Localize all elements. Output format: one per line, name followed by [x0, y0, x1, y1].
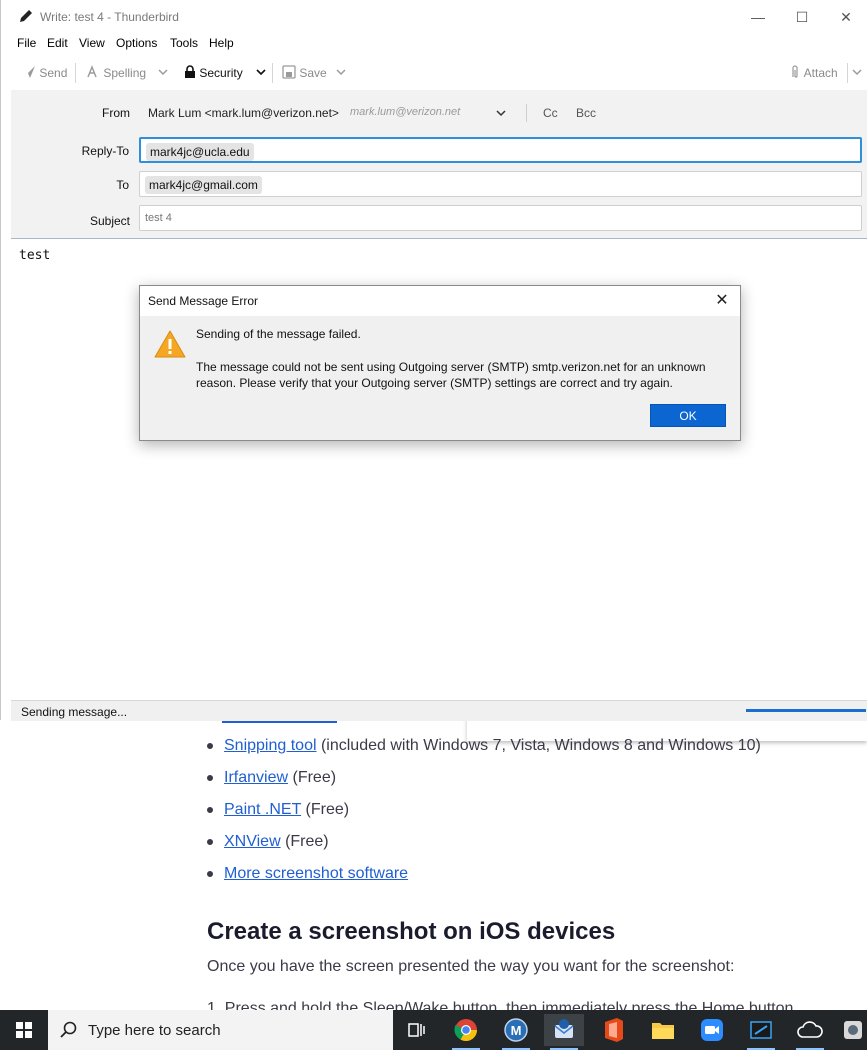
cloud-app-icon[interactable] — [790, 1014, 830, 1050]
security-button[interactable]: Security — [184, 63, 243, 83]
menu-help[interactable]: Help — [209, 36, 234, 50]
reply-to-pill[interactable]: mark4jc@ucla.edu — [146, 143, 254, 161]
toolbar-separator — [847, 63, 848, 83]
list-note: (Free) — [305, 801, 350, 818]
list-item: Paint .NET (Free) — [207, 794, 761, 826]
zoom-icon[interactable] — [692, 1014, 732, 1046]
send-progress-bar — [746, 709, 866, 712]
warning-icon — [154, 330, 186, 358]
dialog-message-detail: The message could not be sent using Outg… — [196, 360, 706, 390]
menu-bar: File Edit View Options Tools Help — [1, 33, 867, 55]
close-window-button[interactable]: ✕ — [824, 4, 867, 30]
pencil-icon — [20, 10, 32, 22]
software-list: Snipping tool (included with Windows 7, … — [207, 730, 761, 890]
spelling-label: Spelling — [103, 66, 147, 80]
subject-field[interactable]: test 4 — [139, 205, 862, 231]
save-button[interactable]: Save — [282, 63, 327, 83]
paperclip-icon — [792, 65, 798, 78]
list-item: Snipping tool (included with Windows 7, … — [207, 730, 761, 762]
svg-text:M: M — [511, 1023, 522, 1038]
irfanview-link[interactable]: Irfanview — [224, 769, 288, 786]
send-label: Send — [39, 66, 68, 80]
toolbar-separator — [272, 63, 273, 83]
chevron-down-icon[interactable] — [495, 106, 507, 120]
from-address-hint: mark.lum@verizon.net — [350, 106, 461, 118]
dialog-title: Send Message Error — [148, 294, 259, 308]
attach-button[interactable]: Attach — [789, 63, 838, 83]
more-software-link[interactable]: More screenshot software — [224, 865, 408, 882]
paint-net-link[interactable]: Paint .NET — [224, 801, 301, 818]
bcc-button[interactable]: Bcc — [576, 106, 596, 120]
office-icon[interactable] — [594, 1014, 634, 1046]
header-separator — [526, 104, 527, 122]
screen-recorder-icon[interactable] — [741, 1014, 781, 1050]
send-icon — [23, 66, 35, 78]
section-paragraph: Once you have the screen presented the w… — [207, 958, 735, 975]
window-title: Write: test 4 - Thunderbird — [40, 10, 179, 24]
extra-app-icon[interactable] — [838, 1014, 867, 1046]
save-label: Save — [299, 66, 327, 80]
search-placeholder: Type here to search — [88, 1022, 221, 1039]
title-bar: Write: test 4 - Thunderbird — ☐ ✕ — [1, 0, 867, 33]
message-body-text[interactable]: test — [19, 248, 50, 263]
list-item: XNView (Free) — [207, 826, 761, 858]
menu-tools[interactable]: Tools — [170, 36, 198, 50]
menu-view[interactable]: View — [79, 36, 105, 50]
from-label: From — [102, 106, 130, 120]
save-icon — [282, 65, 296, 79]
maximize-button[interactable]: ☐ — [780, 4, 824, 30]
lock-icon — [185, 65, 195, 78]
minimize-button[interactable]: — — [736, 4, 780, 30]
list-note: (included with Windows 7, Vista, Windows… — [320, 737, 761, 754]
reply-to-field[interactable]: mark4jc@ucla.edu — [139, 137, 862, 163]
spelling-icon — [87, 65, 97, 78]
windows-logo-icon — [16, 1022, 32, 1038]
cc-button[interactable]: Cc — [543, 106, 558, 120]
task-view-icon[interactable] — [396, 1014, 436, 1046]
status-bar: Sending message... — [11, 700, 867, 721]
send-error-dialog: Send Message Error ✕ Sending of the mess… — [139, 285, 741, 441]
taskbar-search[interactable]: Type here to search — [48, 1010, 393, 1050]
subject-value[interactable]: test 4 — [145, 212, 172, 224]
toolbar-separator — [75, 63, 76, 83]
security-label: Security — [199, 66, 243, 80]
compose-toolbar: Send Spelling Security Save Attach — [1, 55, 867, 91]
list-note: (Free) — [292, 769, 337, 786]
to-field[interactable]: mark4jc@gmail.com — [139, 171, 862, 197]
xnview-link[interactable]: XNView — [224, 833, 281, 850]
send-button[interactable]: Send — [22, 63, 67, 83]
thunderbird-icon[interactable] — [544, 1014, 584, 1050]
chrome-icon[interactable] — [446, 1014, 486, 1050]
list-item: Irfanview (Free) — [207, 762, 761, 794]
m-app-icon[interactable]: M — [496, 1014, 536, 1050]
to-pill[interactable]: mark4jc@gmail.com — [145, 176, 262, 194]
dialog-message-title: Sending of the message failed. — [196, 327, 361, 341]
taskbar: Type here to search M — [0, 1010, 867, 1050]
chevron-down-icon[interactable] — [335, 65, 347, 79]
search-icon — [60, 1021, 77, 1038]
file-explorer-icon[interactable] — [643, 1014, 683, 1046]
dialog-close-button[interactable]: ✕ — [708, 288, 736, 314]
chevron-down-icon[interactable] — [255, 65, 267, 79]
list-item: More screenshot software — [207, 858, 761, 890]
ok-button[interactable]: OK — [650, 404, 726, 427]
chevron-down-icon[interactable] — [157, 65, 169, 79]
to-label: To — [116, 178, 129, 192]
list-note: (Free) — [285, 833, 329, 850]
menu-file[interactable]: File — [17, 36, 36, 50]
attach-label: Attach — [803, 66, 838, 80]
reply-to-label: Reply-To — [81, 144, 129, 158]
dialog-title-bar: Send Message Error ✕ — [140, 286, 740, 316]
spelling-button[interactable]: Spelling — [86, 63, 146, 83]
subject-label: Subject — [89, 214, 130, 228]
chevron-down-icon[interactable] — [851, 65, 863, 79]
start-button[interactable] — [0, 1010, 48, 1050]
menu-options[interactable]: Options — [116, 36, 157, 50]
status-text: Sending message... — [21, 705, 128, 719]
menu-edit[interactable]: Edit — [47, 36, 68, 50]
section-heading: Create a screenshot on iOS devices — [207, 918, 616, 945]
snipping-tool-link[interactable]: Snipping tool — [224, 737, 317, 754]
from-identity-select[interactable]: Mark Lum <mark.lum@verizon.net> — [148, 106, 339, 120]
